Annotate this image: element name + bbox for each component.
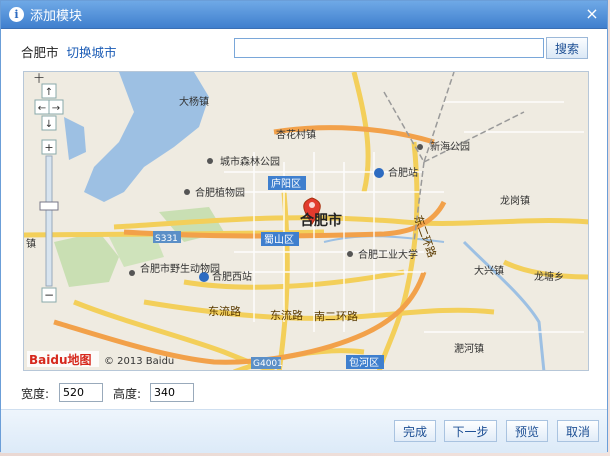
height-input[interactable]: [150, 383, 194, 402]
map-label: 大兴镇: [474, 264, 504, 277]
city-label: 合肥市: [300, 212, 342, 229]
current-city: 合肥市 切换城市: [21, 42, 117, 61]
zoom-slider-handle[interactable]: [39, 201, 59, 211]
map-label: 合肥站: [388, 166, 418, 179]
width-label: 宽度:: [21, 387, 50, 401]
map-label: 龙岗镇: [500, 194, 530, 207]
dialog-titlebar[interactable]: i 添加模块: [1, 1, 607, 29]
map-label: 大杨镇: [179, 95, 209, 108]
road-label: 南二环路: [314, 310, 358, 323]
close-button[interactable]: ×: [583, 6, 601, 24]
cancel-button[interactable]: 取消: [557, 420, 599, 442]
poi-icon: [347, 251, 353, 257]
map-label: 城市森林公园: [220, 155, 280, 168]
poi-icon: [129, 270, 135, 276]
city-name: 合肥市: [21, 45, 59, 60]
poi-icon: [184, 189, 190, 195]
map-label: 镇: [26, 237, 36, 250]
add-module-dialog: i 添加模块 × 合肥市 切换城市 搜索 ↑ ← → ↓ + − 大杨镇 杏花村…: [0, 0, 608, 453]
poi-icon: [417, 144, 423, 150]
switch-city-link[interactable]: 切换城市: [67, 45, 117, 60]
district-label: 包河区: [349, 356, 379, 369]
svg-text:←: ←: [38, 103, 46, 114]
map-label: 合肥市野生动物园: [140, 262, 220, 275]
dialog-title: 添加模块: [30, 9, 83, 24]
district-label: 庐阳区: [271, 177, 301, 190]
map-label: 新海公园: [430, 140, 470, 153]
map-label: 十: [34, 72, 44, 85]
road-label: 东流路: [270, 308, 303, 322]
city-search-row: 合肥市 切换城市 搜索: [21, 37, 588, 62]
baidu-logo: Baidu地图: [27, 351, 99, 367]
map-view[interactable]: ↑ ← → ↓ + − 大杨镇 杏花村镇 城市森林公园 合肥站 新海公园 庐阳区…: [23, 71, 589, 371]
height-label: 高度:: [113, 387, 142, 401]
search-button[interactable]: 搜索: [546, 37, 588, 59]
svg-text:−: −: [44, 288, 54, 302]
road-label: 东流路: [208, 304, 241, 318]
next-button[interactable]: 下一步: [444, 420, 497, 442]
map-label: 杏花村镇: [276, 128, 316, 141]
district-label: 蜀山区: [264, 234, 294, 246]
map-attribution: © 2013 Baidu: [104, 356, 174, 367]
search-input[interactable]: [234, 38, 544, 58]
svg-text:↑: ↑: [45, 87, 53, 98]
svg-text:→: →: [52, 103, 60, 114]
map-label: 龙塘乡: [534, 270, 564, 283]
map-label: 合肥西站: [212, 270, 252, 283]
preview-button[interactable]: 预览: [506, 420, 548, 442]
width-input[interactable]: [59, 383, 103, 402]
map-label: 淝河镇: [454, 342, 484, 355]
road-shield-label: G4001: [253, 359, 283, 369]
svg-text:Baidu地图: Baidu地图: [29, 352, 92, 367]
map-label: 合肥植物园: [195, 186, 245, 199]
svg-text:+: +: [44, 141, 53, 154]
done-button[interactable]: 完成: [394, 420, 436, 442]
svg-text:↓: ↓: [45, 119, 53, 130]
dialog-footer: 完成 下一步 预览 取消: [1, 409, 607, 453]
station-icon: [374, 168, 384, 178]
road-shield-label: S331: [155, 234, 178, 244]
info-icon: i: [9, 7, 24, 22]
poi-icon: [207, 158, 213, 164]
map-label: 合肥工业大学: [358, 248, 418, 261]
